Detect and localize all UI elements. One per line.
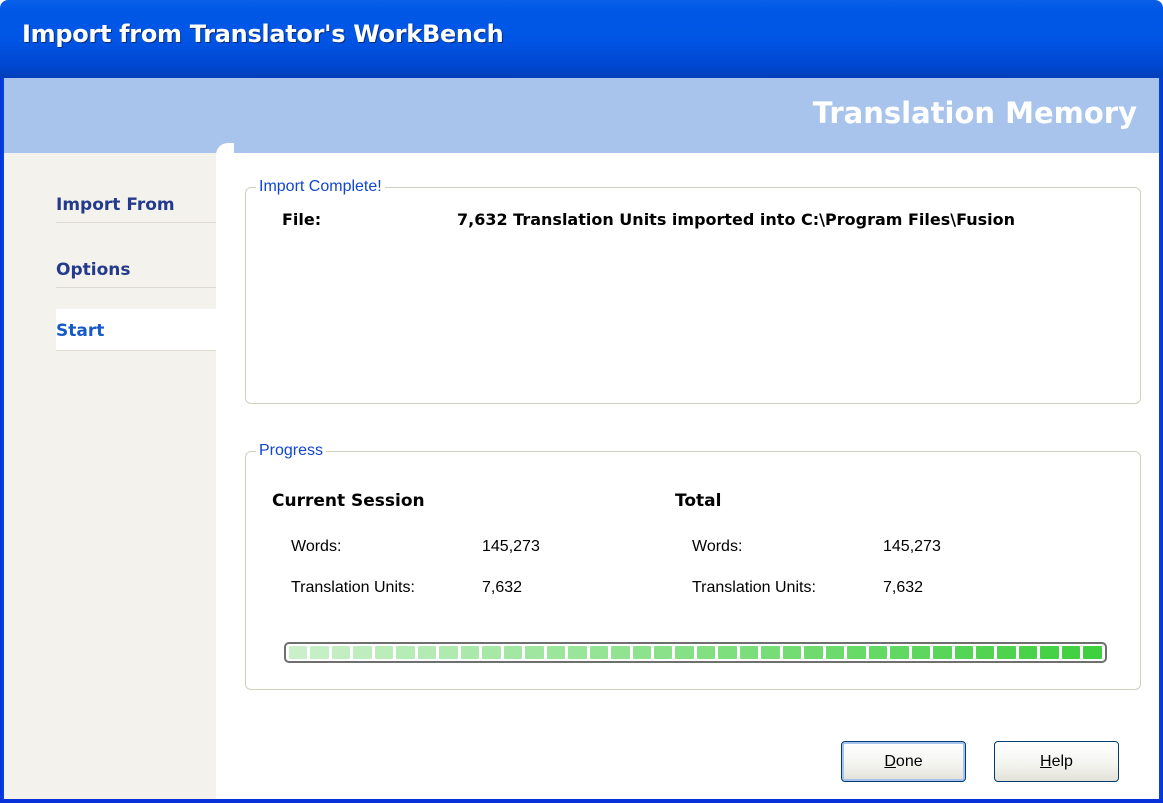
progress-segment	[868, 646, 888, 659]
file-result-text: 7,632 Translation Units imported into C:…	[457, 210, 1016, 229]
progress-segment	[632, 646, 651, 659]
progress-segment	[460, 646, 480, 659]
progress-segment	[782, 646, 802, 659]
title-bar[interactable]: Import from Translator's WorkBench	[0, 0, 1163, 78]
progress-segment	[589, 646, 609, 659]
total-units-value: 7,632	[883, 579, 924, 596]
current-words-label: Words:	[291, 538, 342, 555]
progress-segment	[825, 646, 845, 659]
current-units-label: Translation Units:	[291, 579, 415, 596]
banner-title: Translation Memory	[812, 96, 1137, 130]
current-session-heading: Current Session	[272, 491, 425, 511]
progress-segment	[997, 646, 1016, 659]
import-progress-bar	[284, 642, 1107, 663]
progress-segment	[954, 646, 973, 659]
current-words-value: 145,273	[482, 538, 540, 555]
help-button-label: Help	[1040, 752, 1073, 770]
sidebar-item-import-from[interactable]: Import From	[56, 183, 216, 223]
done-button[interactable]: Done	[841, 741, 966, 782]
sidebar-item-label: Start	[56, 321, 105, 341]
wizard-sidebar: Import From Options Start	[4, 153, 216, 799]
progress-segment	[739, 646, 759, 659]
help-button[interactable]: Help	[994, 741, 1119, 782]
progress-segment	[568, 646, 587, 659]
total-units-label: Translation Units:	[692, 579, 816, 596]
sidebar-item-options[interactable]: Options	[56, 248, 216, 288]
progress-segment	[1018, 646, 1038, 659]
progress-segment	[289, 646, 308, 659]
progress-segment	[847, 646, 866, 659]
window-title: Import from Translator's WorkBench	[22, 20, 504, 48]
import-dialog-window: Import from Translator's WorkBench Trans…	[0, 0, 1163, 803]
progress-segment	[439, 646, 458, 659]
import-complete-legend: Import Complete!	[259, 178, 382, 195]
done-button-label: Done	[884, 752, 923, 770]
progress-segment	[804, 646, 823, 659]
total-heading: Total	[675, 491, 722, 511]
progress-segment	[675, 646, 694, 659]
sidebar-item-label: Options	[56, 260, 131, 280]
progress-segment	[933, 646, 952, 659]
progress-segment	[374, 646, 394, 659]
progress-segment	[546, 646, 566, 659]
progress-segment	[1040, 646, 1059, 659]
progress-segment	[976, 646, 995, 659]
progress-segment	[1061, 646, 1081, 659]
content-pane: Import Complete! File: 7,632 Translation…	[216, 153, 1159, 799]
progress-segment	[310, 646, 329, 659]
file-label: File:	[282, 210, 322, 229]
sidebar-item-start[interactable]: Start	[56, 309, 216, 351]
progress-segment	[890, 646, 909, 659]
header-banner: Translation Memory	[4, 78, 1159, 153]
progress-segment	[1083, 646, 1102, 659]
progress-segment	[911, 646, 931, 659]
progress-segment	[696, 646, 716, 659]
current-units-value: 7,632	[482, 579, 523, 596]
progress-segment	[503, 646, 523, 659]
progress-segment	[611, 646, 630, 659]
progress-segment	[482, 646, 501, 659]
progress-segment	[331, 646, 351, 659]
progress-segment	[525, 646, 544, 659]
progress-segment	[718, 646, 737, 659]
progress-segment	[417, 646, 437, 659]
total-words-label: Words:	[692, 538, 743, 555]
progress-segment	[653, 646, 673, 659]
progress-segment	[761, 646, 780, 659]
progress-legend: Progress	[259, 442, 324, 459]
window-border-bottom	[0, 799, 1163, 803]
window-border-right	[1159, 78, 1163, 803]
total-words-value: 145,273	[883, 538, 941, 555]
sidebar-item-label: Import From	[56, 195, 175, 215]
progress-segment	[396, 646, 415, 659]
progress-segment	[353, 646, 372, 659]
